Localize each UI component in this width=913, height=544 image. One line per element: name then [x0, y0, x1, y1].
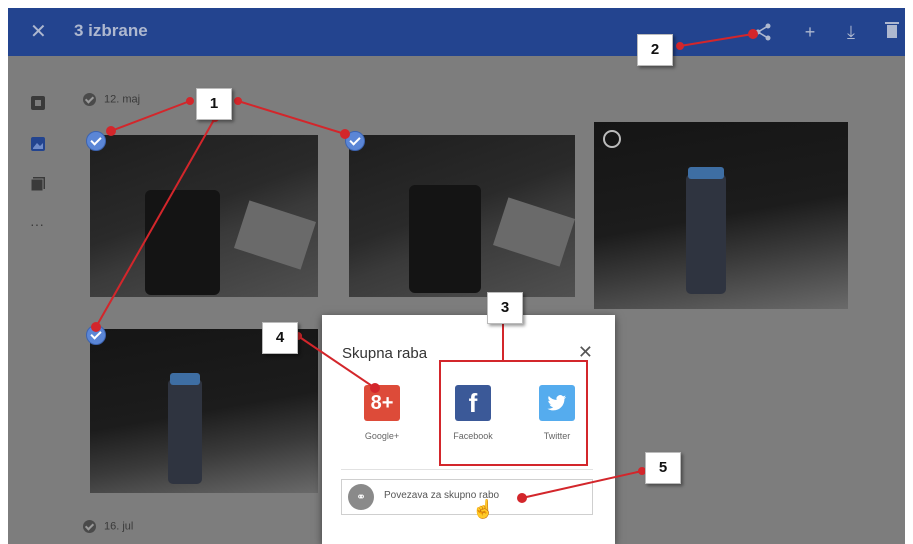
selected-check-icon[interactable] [86, 325, 106, 345]
share-dialog: Skupna raba ✕ 8+ Google+ f Facebook Twit… [322, 315, 615, 544]
share-icon[interactable] [752, 21, 774, 43]
unselected-check-icon[interactable] [603, 130, 621, 148]
divider [341, 469, 593, 470]
callout-5: 5 [645, 452, 681, 484]
albums-icon[interactable] [30, 136, 46, 152]
selection-toolbar: ✕ 3 izbrane + ⤓ [8, 8, 905, 56]
highlight-box [439, 360, 588, 466]
dialog-title: Skupna raba [342, 345, 428, 362]
link-icon: ⚭ [348, 484, 374, 510]
share-googleplus-button[interactable]: 8+ Google+ [352, 385, 412, 441]
callout-2: 2 [637, 34, 673, 66]
hand-cursor-icon: ☝ [472, 499, 495, 519]
callout-1: 1 [196, 88, 232, 120]
date-group-header[interactable]: 16. jul [83, 520, 133, 533]
group-select-icon[interactable] [83, 93, 96, 106]
group-date: 12. maj [104, 93, 141, 106]
app-window: ✕ 3 izbrane + ⤓ ··· 12. maj 16. jul Skup… [8, 8, 905, 544]
callout-4: 4 [262, 322, 298, 354]
date-group-header[interactable]: 12. maj [83, 93, 140, 106]
shared-icon[interactable] [30, 176, 46, 192]
photo-thumbnail[interactable] [349, 135, 575, 297]
selected-check-icon[interactable] [345, 131, 365, 151]
photo-thumbnail[interactable] [594, 122, 848, 309]
share-link-field[interactable]: ⚭ Povezava za skupno rabo [341, 479, 593, 515]
group-select-icon[interactable] [83, 520, 96, 533]
download-icon[interactable]: ⤓ [840, 21, 862, 43]
service-label: Google+ [364, 431, 400, 441]
googleplus-icon: 8+ [364, 385, 400, 421]
selected-check-icon[interactable] [86, 131, 106, 151]
add-icon[interactable]: + [799, 21, 821, 43]
photos-icon[interactable] [30, 95, 46, 111]
close-icon[interactable]: ✕ [30, 20, 47, 44]
group-date: 16. jul [104, 520, 134, 533]
callout-3: 3 [487, 292, 523, 324]
delete-icon[interactable] [881, 21, 903, 43]
selection-count-title: 3 izbrane [74, 21, 148, 40]
photo-thumbnail[interactable] [90, 135, 318, 297]
more-icon[interactable]: ··· [30, 217, 46, 235]
